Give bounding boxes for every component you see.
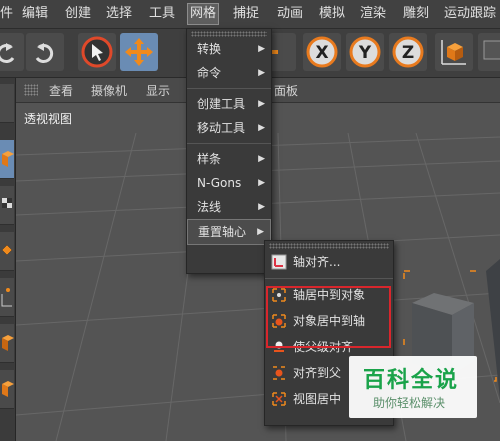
menu-item-spline[interactable]: 样条 ▶ — [187, 147, 271, 171]
menu-item-label: 转换 — [197, 42, 222, 56]
undo-button[interactable] — [0, 33, 24, 71]
polygons-icon — [2, 381, 14, 397]
y-axis-icon: Y — [349, 36, 381, 68]
view-menu-display[interactable]: 显示 — [146, 82, 170, 99]
x-axis-icon: X — [306, 36, 338, 68]
z-axis-button[interactable]: Z — [389, 33, 427, 71]
annotation-highlight-box — [266, 286, 391, 348]
view-menu-panel[interactable]: 面板 — [274, 82, 298, 99]
menu-item-create-tools[interactable]: 创建工具 ▶ — [187, 92, 271, 116]
submenu-arrow-icon: ▶ — [258, 178, 265, 188]
view-label: 透视视图 — [24, 112, 73, 126]
mesh-menu: 转换 ▶ 命令 ▶ 创建工具 ▶ 移动工具 ▶ 样条 ▶ N-Gons ▶ 法线 ▶ 重置轴心… — [186, 28, 272, 274]
submenu-arrow-icon: ▶ — [257, 227, 264, 237]
x-axis-label: X — [315, 43, 328, 63]
menu-snap[interactable]: 捕捉 — [233, 4, 259, 24]
menu-item-label: 法线 — [197, 200, 222, 214]
z-axis-label: Z — [402, 43, 414, 63]
menu-item-convert[interactable]: 转换 ▶ — [187, 37, 271, 61]
submenu-arrow-icon: ▶ — [258, 99, 265, 109]
menu-item-label: 重置轴心 — [198, 225, 247, 239]
view-center-icon — [272, 392, 286, 406]
left-toolbar — [0, 78, 16, 441]
object-mode-button[interactable] — [478, 33, 500, 71]
menu-item-label: 样条 — [197, 152, 222, 166]
menu-render[interactable]: 渲染 — [360, 4, 386, 24]
menu-separator — [265, 278, 393, 279]
menu-item-commands[interactable]: 命令 ▶ — [187, 61, 271, 85]
menu-motion-tracking[interactable]: 运动跟踪 — [444, 4, 496, 24]
coordinate-system-button[interactable] — [435, 33, 473, 71]
menu-item-reset-axis[interactable]: 重置轴心 ▶ — [187, 219, 271, 245]
x-axis-button[interactable]: X — [303, 33, 341, 71]
menu-sculpt[interactable]: 雕刻 — [403, 4, 429, 24]
menu-item-axis-align[interactable]: 轴对齐... — [265, 249, 393, 275]
align-parent-icon — [273, 366, 285, 380]
menu-separator — [187, 143, 271, 144]
submenu-arrow-icon: ▶ — [258, 202, 265, 212]
y-axis-button[interactable]: Y — [346, 33, 384, 71]
checkerboard-icon — [2, 198, 12, 208]
y-axis-label: Y — [358, 43, 372, 63]
submenu-arrow-icon: ▶ — [258, 154, 265, 164]
point-mode-button[interactable] — [0, 278, 14, 317]
object-tool-button[interactable] — [0, 140, 14, 179]
move-tool-button[interactable] — [120, 33, 158, 71]
edges-icon — [2, 335, 14, 351]
model-mode-button[interactable] — [0, 84, 14, 123]
menu-item-ngons[interactable]: N-Gons ▶ — [187, 171, 271, 195]
move-icon — [125, 38, 153, 66]
object-mode-icon — [483, 40, 500, 60]
watermark: 百科全说 助你轻松解决 — [349, 356, 477, 418]
grid-icon — [1, 244, 13, 256]
menu-tools[interactable]: 工具 — [149, 4, 175, 24]
live-selection-icon — [81, 36, 113, 68]
menu-item-label: 创建工具 — [197, 97, 246, 111]
axis-align-icon — [271, 254, 287, 270]
points-icon — [1, 288, 12, 307]
menu-item-label: 视图居中 — [293, 392, 342, 406]
menu-file[interactable]: 件 — [0, 4, 13, 24]
menubar: 件 编辑 创建 选择 工具 网格 捕捉 动画 模拟 渲染 雕刻 运动跟踪 — [0, 0, 500, 29]
view-menu-camera[interactable]: 摄像机 — [91, 82, 127, 99]
submenu-arrow-icon: ▶ — [258, 44, 265, 54]
cube-icon — [2, 151, 14, 167]
watermark-title: 百科全说 — [363, 368, 460, 393]
menu-item-label: 对齐到父 — [293, 366, 342, 380]
texture-tool-button[interactable] — [0, 232, 14, 271]
menu-item-move-tools[interactable]: 移动工具 ▶ — [187, 116, 271, 140]
menu-item-label: N-Gons — [197, 176, 242, 190]
menu-separator — [187, 88, 271, 89]
menu-simulate[interactable]: 模拟 — [319, 4, 345, 24]
menu-item-normals[interactable]: 法线 ▶ — [187, 195, 271, 219]
menu-select[interactable]: 选择 — [106, 4, 132, 24]
watermark-subtitle: 助你轻松解决 — [373, 396, 446, 410]
menu-create[interactable]: 创建 — [65, 4, 91, 24]
submenu-arrow-icon: ▶ — [258, 123, 265, 133]
menu-animate[interactable]: 动画 — [277, 4, 303, 24]
submenu-arrow-icon: ▶ — [258, 68, 265, 78]
z-axis-icon: Z — [392, 36, 424, 68]
polygon-mode-button[interactable] — [0, 370, 14, 409]
view-menu-view[interactable]: 查看 — [49, 82, 73, 99]
edge-mode-button[interactable] — [0, 324, 14, 363]
menu-edit[interactable]: 编辑 — [22, 4, 48, 24]
grip-handle[interactable] — [24, 84, 38, 96]
menu-item-label: 移动工具 — [197, 121, 246, 135]
redo-icon — [35, 43, 54, 63]
redo-button[interactable] — [26, 33, 64, 71]
cube-coordinate-icon — [441, 40, 466, 65]
undo-icon — [0, 43, 15, 63]
select-tool-button[interactable] — [78, 33, 116, 71]
checker-tool-button[interactable] — [0, 186, 14, 225]
menu-item-label: 轴对齐... — [293, 255, 341, 269]
menu-item-label: 命令 — [197, 66, 222, 80]
menu-mesh[interactable]: 网格 — [187, 3, 220, 25]
